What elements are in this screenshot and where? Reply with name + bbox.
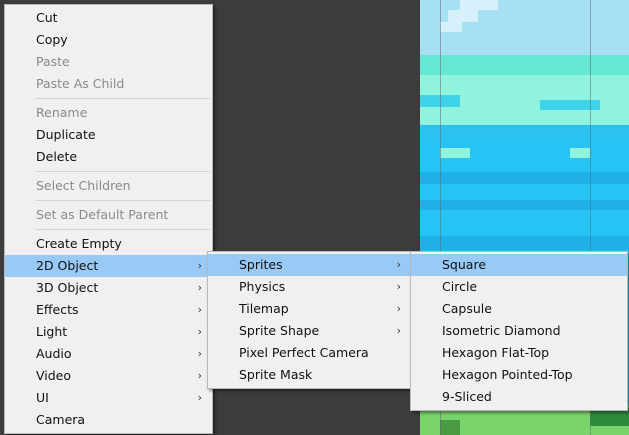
context-menu-item-duplicate[interactable]: Duplicate — [5, 124, 212, 146]
menu-item-label: Effects — [36, 302, 79, 317]
menu-item-label: Delete — [36, 149, 78, 164]
menu-item-label: Paste As Child — [36, 76, 125, 91]
context-menu-item-copy[interactable]: Copy — [5, 29, 212, 51]
submenu-2d-item-tilemap[interactable]: Tilemap › — [208, 298, 411, 320]
submenu-2d-item-physics[interactable]: Physics › — [208, 276, 411, 298]
menu-item-label: 9-Sliced — [442, 389, 492, 404]
menu-item-label: Sprite Shape — [239, 323, 320, 338]
menu-item-label: Capsule — [442, 301, 492, 316]
context-menu-item-create-empty[interactable]: Create Empty — [5, 233, 212, 255]
chevron-right-icon: › — [197, 325, 202, 338]
context-menu-item-cut[interactable]: Cut — [5, 7, 212, 29]
context-menu-item-delete[interactable]: Delete — [5, 146, 212, 168]
submenu-sprites-item-circle[interactable]: Circle — [411, 276, 627, 298]
cloud-block — [440, 22, 462, 32]
water-strip — [420, 172, 629, 184]
chevron-right-icon: › — [396, 324, 401, 337]
water-strip — [420, 125, 629, 137]
submenu-2d-item-sprites[interactable]: Sprites › — [208, 254, 411, 276]
menu-item-label: Create Empty — [36, 236, 122, 251]
context-menu-item-set-as-default-parent: Set as Default Parent — [5, 204, 212, 226]
wave-block — [570, 148, 590, 158]
context-menu-item-audio[interactable]: Audio › — [5, 343, 212, 365]
menu-item-label: 2D Object — [36, 258, 99, 273]
submenu-sprites-item-capsule[interactable]: Capsule — [411, 298, 627, 320]
chevron-right-icon: › — [396, 280, 401, 293]
chevron-right-icon: › — [197, 303, 202, 316]
menu-item-label: Tilemap — [239, 301, 289, 316]
menu-item-label: Audio — [36, 346, 72, 361]
submenu-sprites-item-9-sliced[interactable]: 9-Sliced — [411, 386, 627, 408]
menu-item-label: Square — [442, 257, 487, 272]
shore-strip — [420, 55, 629, 75]
context-menu: Cut Copy Paste Paste As Child Rename Duplicat… — [4, 4, 213, 434]
cloud-block — [460, 0, 498, 10]
menu-item-label: Hexagon Pointed-Top — [442, 367, 573, 382]
menu-separator — [35, 229, 210, 230]
submenu-sprites-item-hexagon-pointed-top[interactable]: Hexagon Pointed-Top — [411, 364, 627, 386]
chevron-right-icon: › — [396, 258, 401, 271]
submenu-2d-item-sprite-shape[interactable]: Sprite Shape › — [208, 320, 411, 342]
menu-item-label: Paste — [36, 54, 70, 69]
submenu-sprites-item-square[interactable]: Square — [411, 254, 627, 276]
submenu-sprites-item-isometric-diamond[interactable]: Isometric Diamond — [411, 320, 627, 342]
context-menu-item-ui[interactable]: UI › — [5, 387, 212, 409]
menu-item-label: Sprite Mask — [239, 367, 313, 382]
context-menu-item-select-children: Select Children — [5, 175, 212, 197]
menu-item-label: Rename — [36, 105, 88, 120]
submenu-2d-object: Sprites › Physics › Tilemap › Sprite Shape › Pix… — [207, 251, 412, 389]
menu-item-label: 3D Object — [36, 280, 99, 295]
grass-block — [440, 420, 460, 435]
context-menu-item-2d-object[interactable]: 2D Object › — [5, 255, 212, 277]
context-menu-item-paste: Paste — [5, 51, 212, 73]
wave-block — [440, 148, 470, 158]
menu-item-label: Sprites — [239, 257, 283, 272]
context-menu-item-effects[interactable]: Effects › — [5, 299, 212, 321]
menu-separator — [35, 200, 210, 201]
chevron-right-icon: › — [396, 302, 401, 315]
submenu-sprites: Square Circle Capsule Isometric Diamond Hexa… — [410, 251, 628, 411]
menu-item-label: Copy — [36, 32, 68, 47]
wave-block — [540, 100, 600, 110]
menu-item-label: Light — [36, 324, 68, 339]
chevron-right-icon: › — [197, 347, 202, 360]
menu-item-label: Pixel Perfect Camera — [239, 345, 369, 360]
context-menu-item-3d-object[interactable]: 3D Object › — [5, 277, 212, 299]
chevron-right-icon: › — [197, 369, 202, 382]
menu-item-label: Hexagon Flat-Top — [442, 345, 550, 360]
water-strip — [420, 200, 629, 210]
context-menu-item-video[interactable]: Video › — [5, 365, 212, 387]
menu-item-label: Circle — [442, 279, 478, 294]
menu-item-label: UI — [36, 390, 49, 405]
menu-item-label: Select Children — [36, 178, 131, 193]
chevron-right-icon: › — [197, 281, 202, 294]
chevron-right-icon: › — [197, 391, 202, 404]
context-menu-item-paste-as-child: Paste As Child — [5, 73, 212, 95]
cloud-block — [448, 10, 478, 22]
menu-item-label: Cut — [36, 10, 58, 25]
chevron-right-icon: › — [197, 259, 202, 272]
menu-item-label: Duplicate — [36, 127, 96, 142]
menu-separator — [35, 98, 210, 99]
submenu-2d-item-pixel-perfect-camera[interactable]: Pixel Perfect Camera — [208, 342, 411, 364]
menu-separator — [35, 171, 210, 172]
context-menu-item-rename: Rename — [5, 102, 212, 124]
context-menu-item-light[interactable]: Light › — [5, 321, 212, 343]
submenu-2d-item-sprite-mask[interactable]: Sprite Mask — [208, 364, 411, 386]
menu-item-label: Set as Default Parent — [36, 207, 169, 222]
menu-item-label: Physics — [239, 279, 286, 294]
submenu-sprites-item-hexagon-flat-top[interactable]: Hexagon Flat-Top — [411, 342, 627, 364]
context-menu-item-camera[interactable]: Camera — [5, 409, 212, 431]
menu-item-label: Camera — [36, 412, 86, 427]
menu-item-label: Video — [36, 368, 72, 383]
menu-item-label: Isometric Diamond — [442, 323, 561, 338]
water-strip — [420, 236, 629, 250]
